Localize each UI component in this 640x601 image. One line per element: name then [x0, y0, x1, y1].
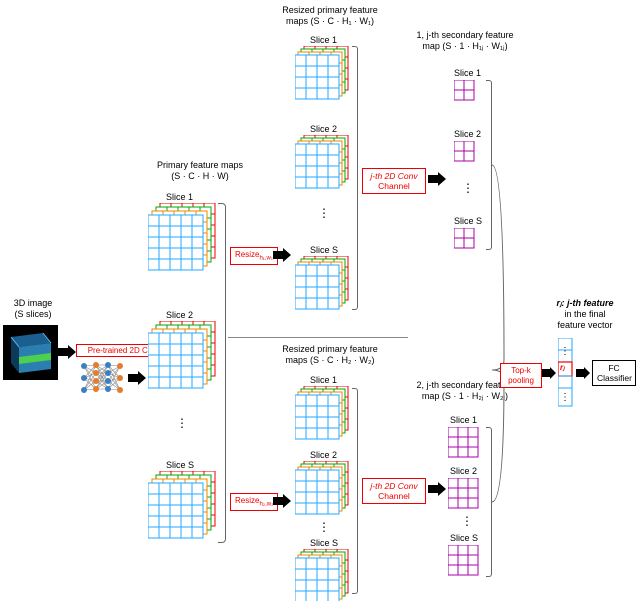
- input-title-l1: 3D image: [14, 298, 53, 308]
- small-grid-icon: [448, 545, 480, 577]
- feature-stack-icon: [295, 46, 353, 104]
- feature-stack-icon: [148, 203, 220, 275]
- resize1-block: Resizeh₁,w₁: [230, 247, 278, 265]
- resized-bot-slice2: Slice 2: [310, 450, 337, 461]
- sec-bot-slice2: Slice 2: [450, 466, 477, 477]
- sec-bot-slice1: Slice 1: [450, 415, 477, 426]
- resize2-block: Resizeh₂,w₂: [230, 493, 278, 511]
- feature-stack-icon: [295, 256, 353, 314]
- rj-sub2: feature vector: [557, 320, 612, 330]
- bracket-icon: [218, 203, 226, 543]
- bracket-icon: [352, 46, 358, 310]
- fc-classifier-block: FC Classifier: [592, 360, 636, 386]
- resized-bot-sliceS: Slice S: [310, 538, 338, 549]
- secondary-top-title-l2: map (S · 1 · H₁ⱼ · W₁ⱼ): [422, 41, 507, 51]
- small-grid-icon: [454, 228, 476, 250]
- feature-stack-icon: [148, 471, 220, 543]
- resized-bot-title-l2: maps (S · C · H₂ · W₂): [286, 355, 375, 365]
- vdots-icon: ⋮: [176, 420, 188, 426]
- resized-bot-slice1: Slice 1: [310, 375, 337, 386]
- arrow-icon: [273, 248, 291, 262]
- volume-icon: [3, 325, 58, 380]
- resized-bot-title-l1: Resized primary feature: [282, 344, 378, 354]
- resized-top-title-l1: Resized primary feature: [282, 5, 378, 15]
- arrow-icon: [428, 482, 446, 496]
- feature-stack-icon: [295, 135, 353, 193]
- small-grid-icon: [454, 141, 476, 163]
- feature-stack-icon: [148, 321, 220, 393]
- sec-bot-sliceS: Slice S: [450, 533, 478, 544]
- resized-top-sliceS: Slice S: [310, 245, 338, 256]
- arrow-icon: [58, 345, 76, 359]
- rj-sub: in the final: [564, 309, 605, 319]
- arrow-icon: [542, 367, 556, 379]
- sec-top-slice1: Slice 1: [454, 68, 481, 79]
- arrow-icon: [576, 367, 590, 379]
- arrow-icon: [428, 172, 446, 186]
- divider: [228, 337, 408, 338]
- svg-text:⋮: ⋮: [560, 346, 570, 357]
- connector-icon: [492, 80, 510, 580]
- primary-sliceS-label: Slice S: [166, 460, 194, 471]
- nn-icon: [78, 360, 126, 396]
- sec-top-sliceS: Slice S: [454, 216, 482, 227]
- feature-vector-icon: ⋮ ⋮ rⱼ: [558, 338, 576, 410]
- vdots-icon: ⋮: [318, 210, 330, 216]
- primary-slice1-label: Slice 1: [166, 192, 193, 203]
- vdots-icon: ⋮: [461, 518, 473, 524]
- input-title-l2: (S slices): [14, 309, 51, 319]
- bracket-icon: [352, 388, 358, 594]
- resized-top-slice1: Slice 1: [310, 35, 337, 46]
- feature-stack-icon: [295, 461, 353, 519]
- small-grid-icon: [448, 427, 480, 459]
- primary-slice2-label: Slice 2: [166, 310, 193, 321]
- topk-block: Top-k pooling: [500, 363, 542, 388]
- svg-text:⋮: ⋮: [560, 392, 570, 403]
- feature-stack-icon: [295, 386, 353, 444]
- conv-bot-block: j-th 2D Conv Channel: [362, 478, 426, 504]
- secondary-top-title-l1: 1, j-th secondary feature: [416, 30, 513, 40]
- resized-top-slice2: Slice 2: [310, 124, 337, 135]
- resized-top-title-l2: maps (S · C · H₁ · W₁): [286, 16, 374, 26]
- small-grid-icon: [454, 80, 476, 102]
- arrow-icon: [273, 494, 291, 508]
- vdots-icon: ⋮: [462, 185, 474, 191]
- arrow-icon: [128, 371, 146, 385]
- primary-title-l1: Primary feature maps: [157, 160, 243, 170]
- rj-cell-label: rⱼ: [560, 363, 565, 372]
- conv-top-block: j-th 2D Conv Channel: [362, 168, 426, 194]
- small-grid-icon: [448, 478, 480, 510]
- vdots-icon: ⋮: [318, 524, 330, 530]
- sec-top-slice2: Slice 2: [454, 129, 481, 140]
- feature-stack-icon: [295, 549, 353, 601]
- primary-title-l2: (S · C · H · W): [171, 171, 229, 181]
- rj-title: rⱼ: j-th feature: [556, 298, 613, 308]
